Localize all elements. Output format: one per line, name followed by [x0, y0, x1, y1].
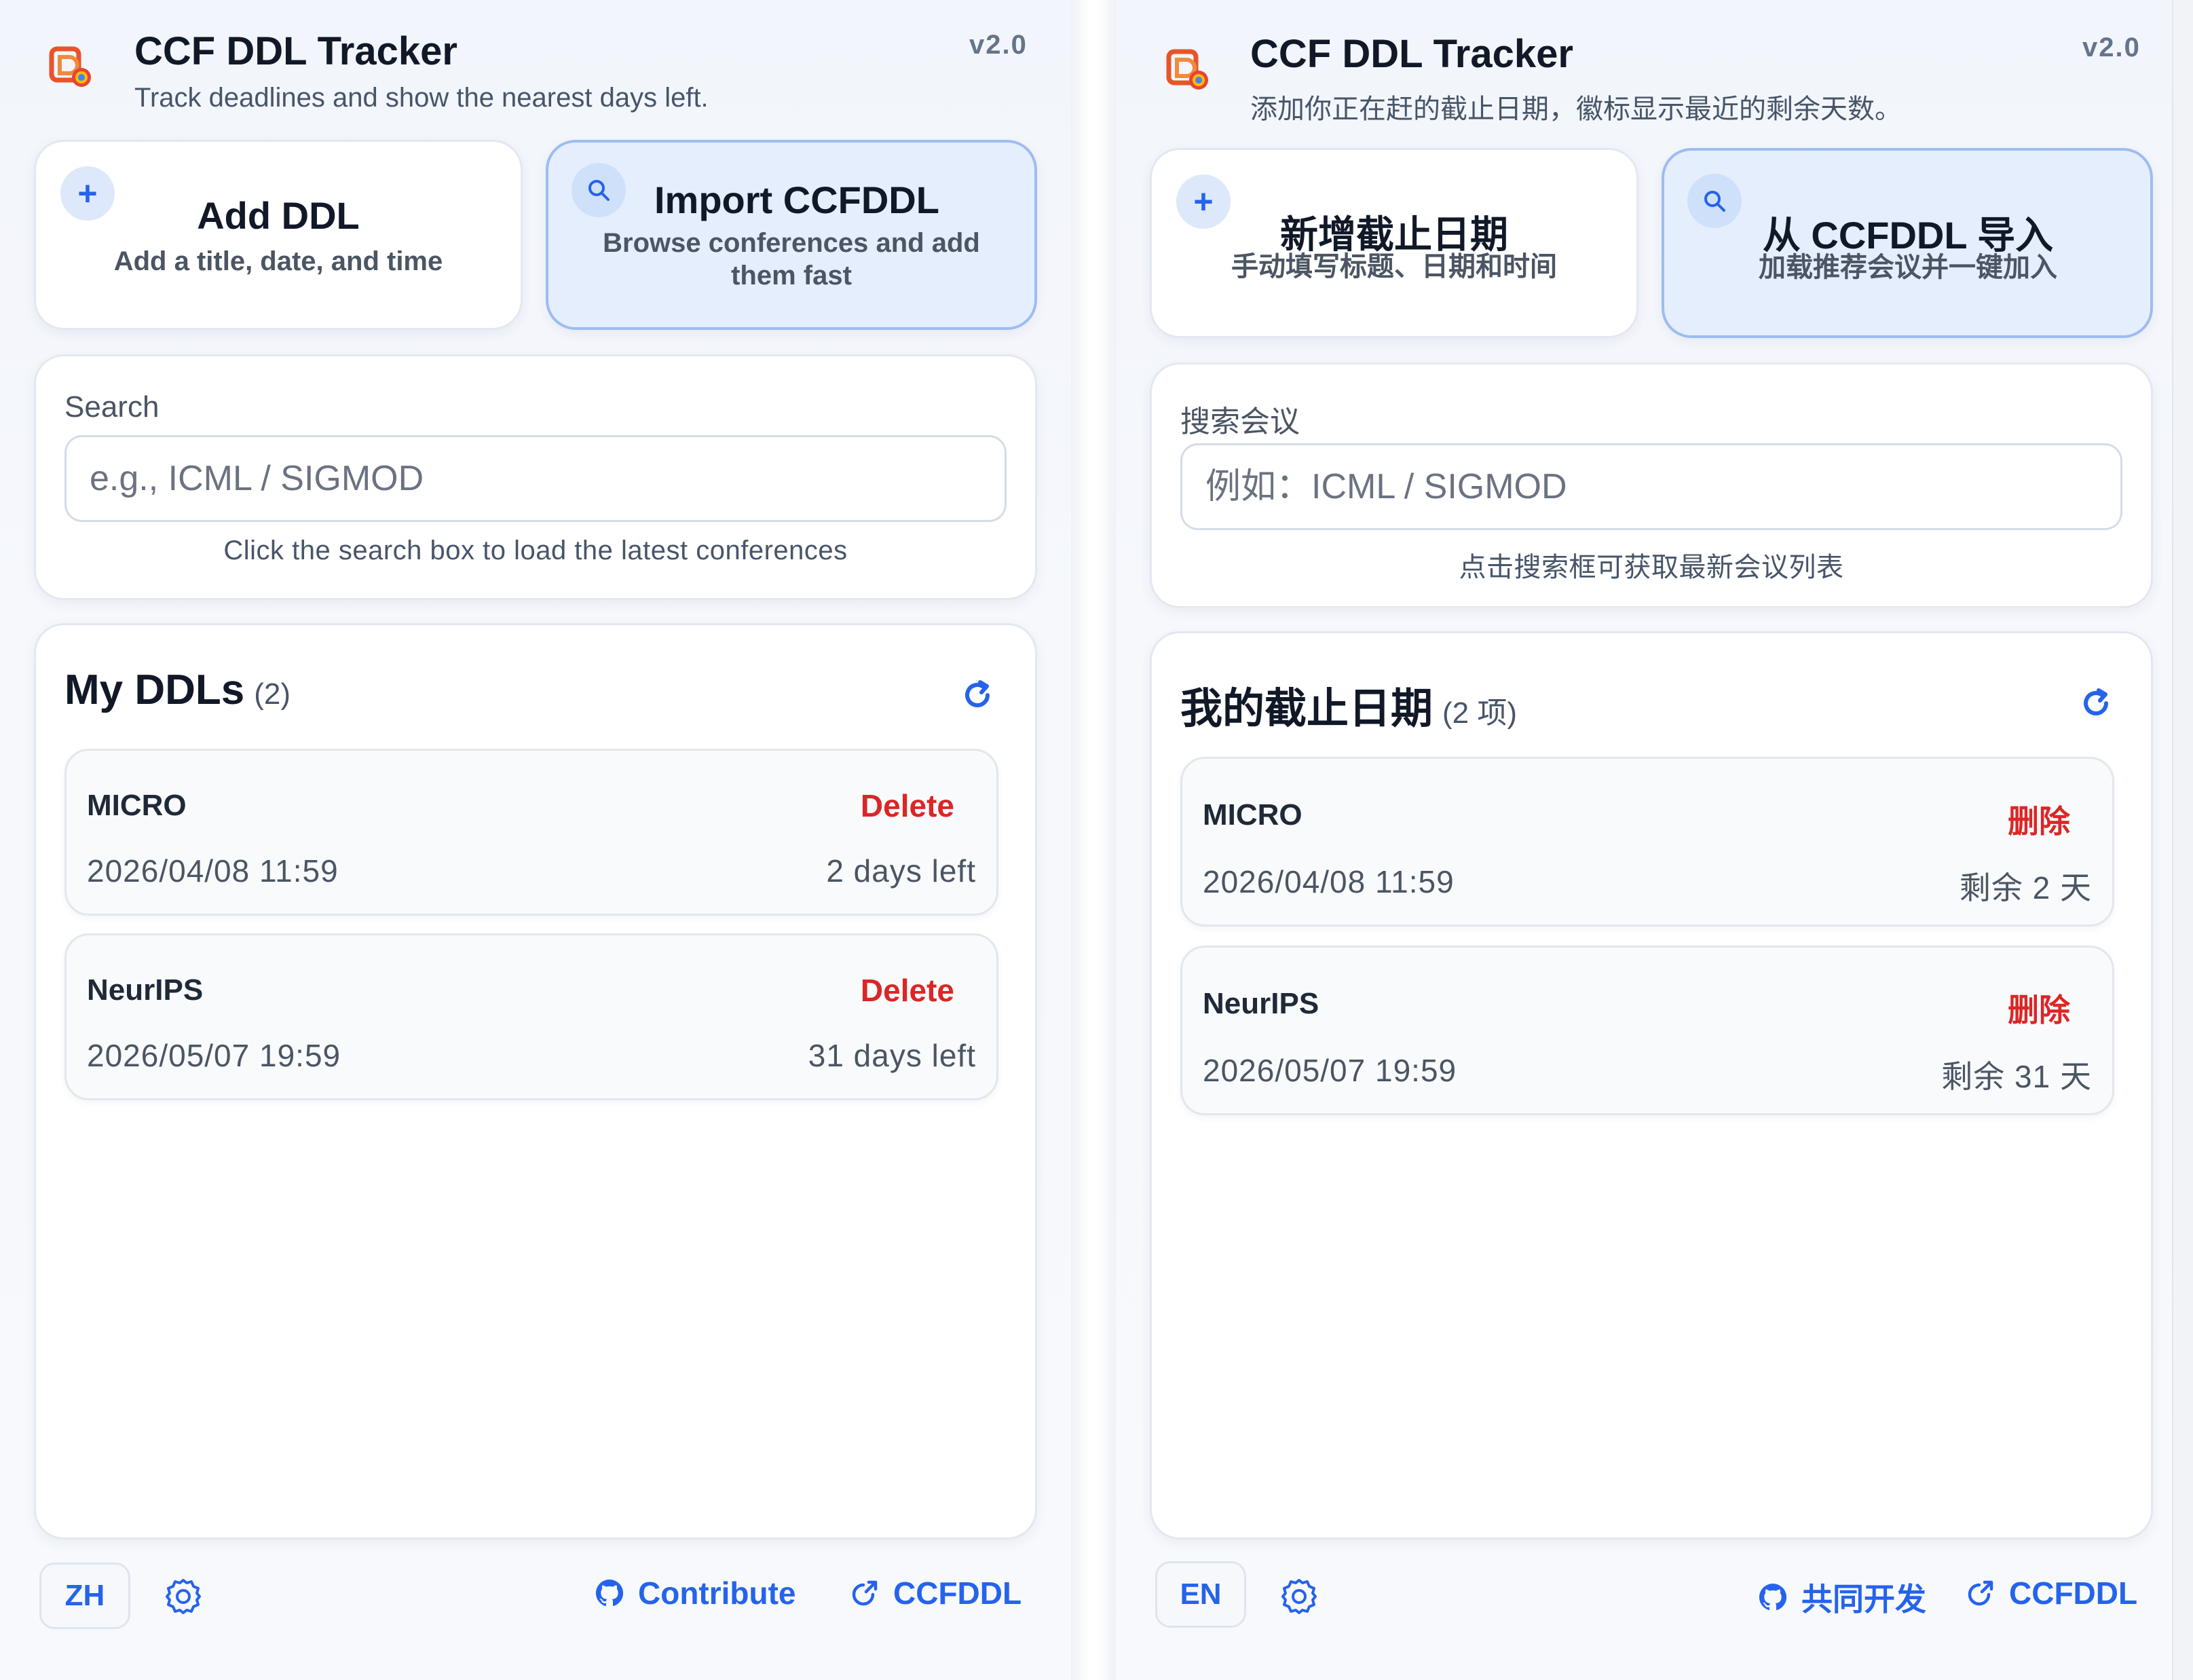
popup-panel-en: CCF DDL Tracker Track deadlines and show…: [0, 0, 1071, 1680]
ccfddl-label: CCFDDL: [2009, 1575, 2138, 1611]
add-ddl-title: Add DDL: [197, 194, 360, 237]
search-input[interactable]: [1180, 443, 2122, 530]
search-card: Search Click the search box to load the …: [34, 354, 1037, 600]
refresh-icon[interactable]: [2076, 684, 2116, 723]
ddl-name: MICRO: [1203, 798, 1302, 832]
github-icon: [1759, 1584, 1787, 1611]
ccfddl-label: CCFDDL: [893, 1575, 1022, 1611]
my-ddls-heading: 我的截止日期 (2 项): [1180, 674, 1517, 735]
contribute-label: 共同开发: [1801, 1582, 1926, 1617]
delete-button[interactable]: 删除: [2008, 986, 2070, 1030]
my-ddls-count: (2): [254, 677, 291, 711]
app-logo-icon: [1166, 49, 1208, 90]
search-input[interactable]: [64, 435, 1007, 522]
ddl-date: 2026/05/07 19:59: [1203, 1053, 1457, 1088]
external-link-icon: [852, 1580, 878, 1606]
my-ddls-heading: My DDLs (2): [64, 666, 290, 714]
import-ccfddl-subtitle: Browse conferences and add them fast: [603, 228, 980, 291]
app-logo-icon: [49, 46, 91, 87]
my-ddls-title: 我的截止日期: [1180, 686, 1433, 732]
ddl-date: 2026/04/08 11:59: [1203, 864, 1455, 899]
ddl-days-left: 2 days left: [826, 853, 976, 889]
ddl-days-left: 剩余 2 天: [1959, 870, 2092, 906]
gear-icon[interactable]: [163, 1576, 204, 1617]
language-toggle-button[interactable]: EN: [1155, 1561, 1246, 1628]
search-hint: 点击搜索框可获取最新会议列表: [1459, 553, 1844, 582]
app-subtitle: 添加你正在赶的截止日期，徽标显示最近的剩余天数。: [1250, 94, 1902, 124]
version-badge: v2.0: [2082, 33, 2141, 62]
delete-button[interactable]: 删除: [2008, 797, 2070, 842]
refresh-icon[interactable]: [958, 675, 997, 715]
add-ddl-button[interactable]: + 新增截止日期 手动填写标题、日期和时间: [1150, 148, 1638, 338]
import-ccfddl-subtitle: 加载推荐会议并一键加入: [1759, 253, 2057, 282]
import-ccfddl-button[interactable]: 从 CCFDDL 导入 加载推荐会议并一键加入: [1662, 148, 2153, 338]
ddl-days-left: 31 days left: [808, 1038, 976, 1073]
gear-icon[interactable]: [1279, 1576, 1319, 1617]
search-hint: Click the search box to load the latest …: [223, 536, 848, 565]
ddl-name: NeurIPS: [1203, 987, 1319, 1020]
my-ddls-card: My DDLs (2) MICRO Delete 2026/04/08 11:59…: [34, 623, 1037, 1539]
popup-panel-zh: CCF DDL Tracker 添加你正在赶的截止日期，徽标显示最近的剩余天数。…: [1116, 0, 2172, 1680]
ddl-days-left: 剩余 31 天: [1941, 1059, 2092, 1094]
contribute-link[interactable]: 共同开发: [1757, 1575, 1926, 1620]
delete-button[interactable]: Delete: [861, 972, 954, 1009]
external-link-icon: [1968, 1580, 1993, 1606]
my-ddls-title: My DDLs: [64, 667, 245, 713]
app-subtitle: Track deadlines and show the nearest day…: [134, 83, 709, 113]
github-icon: [595, 1580, 624, 1607]
ddl-name: MICRO: [87, 789, 187, 822]
ccfddl-link[interactable]: CCFDDL: [848, 1575, 1021, 1611]
ccfddl-link[interactable]: CCFDDL: [1964, 1575, 2137, 1611]
version-badge: v2.0: [969, 30, 1028, 60]
import-ccfddl-button[interactable]: Import CCFDDL Browse conferences and add…: [546, 140, 1037, 330]
window-divider: [1071, 0, 1116, 1680]
search-icon: [571, 163, 626, 217]
import-ccfddl-title: Import CCFDDL: [654, 179, 939, 221]
my-ddls-card: 我的截止日期 (2 项) MICRO 删除 2026/04/08 11:59 剩余…: [1150, 631, 2153, 1539]
language-toggle-button[interactable]: ZH: [39, 1563, 130, 1629]
app-title: CCF DDL Tracker: [134, 29, 457, 73]
ddl-date: 2026/05/07 19:59: [87, 1038, 341, 1073]
contribute-link[interactable]: Contribute: [593, 1575, 796, 1611]
ddl-item: NeurIPS 删除 2026/05/07 19:59 剩余 31 天: [1180, 946, 2114, 1115]
window-edge: [2172, 0, 2193, 1680]
ddl-item: NeurIPS Delete 2026/05/07 19:59 31 days …: [64, 933, 998, 1100]
search-card: 搜索会议 点击搜索框可获取最新会议列表: [1150, 362, 2153, 608]
ddl-name: NeurIPS: [87, 973, 204, 1007]
app-title: CCF DDL Tracker: [1250, 32, 1573, 76]
add-ddl-button[interactable]: + Add DDL Add a title, date, and time: [34, 140, 523, 330]
add-ddl-subtitle: Add a title, date, and time: [113, 246, 443, 276]
ddl-item: MICRO 删除 2026/04/08 11:59 剩余 2 天: [1180, 757, 2114, 927]
delete-button[interactable]: Delete: [861, 787, 954, 824]
search-label: Search: [64, 390, 160, 424]
ddl-item: MICRO Delete 2026/04/08 11:59 2 days lef…: [64, 749, 998, 916]
my-ddls-count: (2 项): [1442, 696, 1518, 730]
contribute-label: Contribute: [638, 1575, 796, 1611]
add-ddl-subtitle: 手动填写标题、日期和时间: [1231, 252, 1557, 282]
search-label: 搜索会议: [1180, 405, 1300, 438]
ddl-date: 2026/04/08 11:59: [87, 853, 339, 889]
